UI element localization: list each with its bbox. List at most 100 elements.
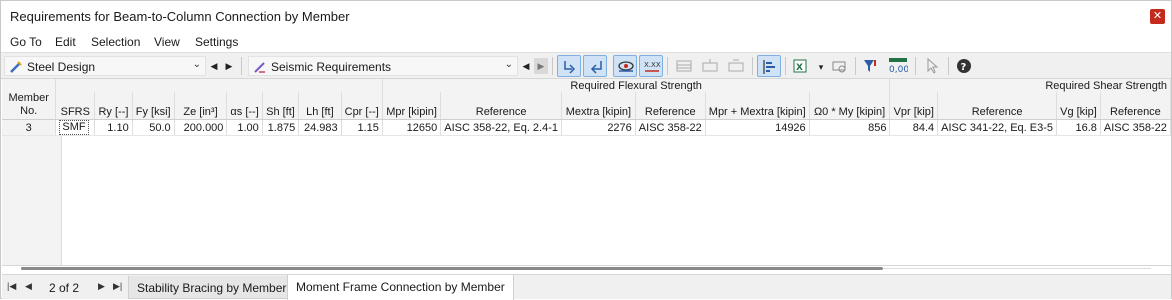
toolbar-separator <box>915 57 916 75</box>
filter-icon[interactable] <box>859 55 883 77</box>
column-header[interactable]: Ze [in³] <box>174 92 228 120</box>
table-cell[interactable]: 200.000 <box>174 119 228 136</box>
member-number-cell[interactable]: 3 <box>2 119 57 136</box>
sheet-tab-bar: |◀ ◀ 2 of 2 ▶ ▶| Stability Bracing by Me… <box>2 274 1171 300</box>
column-header[interactable]: Vpr [kip] <box>889 92 939 120</box>
first-page-icon[interactable]: |◀ <box>7 281 16 292</box>
table-cell[interactable]: AISC 341-22, Eq. E3-5 <box>937 119 1058 136</box>
toolbar-separator <box>552 57 553 75</box>
pointer-icon[interactable] <box>920 55 944 77</box>
column-header[interactable]: Sh [ft] <box>262 92 300 120</box>
table-cell[interactable]: 1.00 <box>226 119 263 136</box>
zero-values-icon[interactable]: 0,00 <box>885 55 909 77</box>
module-select[interactable]: Steel Design ⌄ <box>4 56 206 76</box>
menu-view[interactable]: View <box>154 35 180 49</box>
table-cell[interactable]: 84.4 <box>889 119 939 136</box>
column-header[interactable]: Lh [ft] <box>298 92 342 120</box>
table-cell[interactable]: 12650 <box>382 119 442 136</box>
visibility-icon[interactable] <box>613 55 637 77</box>
column-header[interactable]: Ω0 * My [kipin] <box>809 92 891 120</box>
column-header[interactable]: Mpr [kipin] <box>382 92 442 120</box>
table-cell[interactable]: 50.0 <box>132 119 175 136</box>
table-cell[interactable]: AISC 358-22, Eq. 2.4-1 <box>440 119 562 136</box>
column-header[interactable]: Vg [kip] <box>1056 92 1101 120</box>
prev-module-button[interactable]: ◀ <box>207 58 221 74</box>
column-header[interactable]: Cpr [--] <box>341 92 383 120</box>
close-button[interactable]: ✕ <box>1150 9 1165 24</box>
table-row[interactable]: 3 SMF 1.10 50.0 200.000 1.00 1.875 24.98… <box>2 119 1172 136</box>
column-header[interactable]: Reference <box>635 92 706 120</box>
scrollbar-thumb[interactable] <box>21 267 883 270</box>
sfrs-cell[interactable]: SMF <box>55 119 96 136</box>
window-title: Requirements for Beam-to-Column Connecti… <box>10 9 350 24</box>
menu-go-to[interactable]: Go To <box>10 35 42 49</box>
export-dropdown-icon[interactable]: ▾ <box>814 59 828 75</box>
menu-edit[interactable]: Edit <box>55 35 76 49</box>
divider <box>2 265 1171 266</box>
toolbar-separator <box>667 57 668 75</box>
column-header[interactable]: Fy [ksi] <box>132 92 175 120</box>
table-cell[interactable]: AISC 358-22 <box>1100 119 1172 136</box>
menu-selection[interactable]: Selection <box>91 35 140 49</box>
header-cell <box>2 79 57 92</box>
tab-moment-frame-connection[interactable]: Moment Frame Connection by Member <box>287 275 514 300</box>
prev-page-icon[interactable]: ◀ <box>25 281 32 292</box>
results-table: Required Flexural Strength Required Shea… <box>2 79 1172 136</box>
help-icon[interactable]: ? <box>952 55 976 77</box>
toolbar-separator <box>241 57 242 75</box>
svg-text:0,00: 0,00 <box>889 65 908 75</box>
horizontal-scrollbar[interactable] <box>21 267 1151 271</box>
column-header[interactable]: Ry [--] <box>94 92 133 120</box>
table-cell[interactable]: AISC 358-22 <box>635 119 706 136</box>
table-cell[interactable]: 1.875 <box>262 119 300 136</box>
next-view-button[interactable]: ▶ <box>534 58 548 74</box>
table-cell[interactable]: 2276 <box>561 119 636 136</box>
toolbar: Steel Design ⌄ ◀ ▶ Seismic Requirements … <box>1 52 1171 79</box>
dialog-window: Requirements for Beam-to-Column Connecti… <box>0 0 1172 300</box>
table-cell[interactable]: 1.10 <box>94 119 133 136</box>
results-table-area: Required Flexural Strength Required Shea… <box>2 79 1172 265</box>
toolbar-separator <box>785 57 786 75</box>
page-indicator: 2 of 2 <box>49 281 80 295</box>
view-select[interactable]: Seismic Requirements ⌄ <box>248 56 518 76</box>
table-cell[interactable]: 16.8 <box>1056 119 1101 136</box>
prev-view-button[interactable]: ◀ <box>519 58 533 74</box>
svg-text:X.XX: X.XX <box>644 61 661 69</box>
group-header-flexural: Required Flexural Strength <box>382 79 891 92</box>
row-header-column <box>2 135 62 265</box>
decimal-places-icon[interactable]: X.XX <box>639 55 663 77</box>
title-bar: Requirements for Beam-to-Column Connecti… <box>1 1 1171 32</box>
svg-text:?: ? <box>961 62 967 73</box>
next-page-icon[interactable]: ▶ <box>98 281 105 292</box>
table-cell[interactable]: 856 <box>809 119 891 136</box>
column-header[interactable]: Mpr + Mextra [kipin] <box>705 92 810 120</box>
chevron-down-icon: ⌄ <box>504 59 513 70</box>
column-header[interactable]: Reference <box>1100 92 1172 120</box>
insert-row-icon[interactable] <box>698 55 722 77</box>
column-header[interactable]: αs [--] <box>226 92 263 120</box>
table-cell[interactable]: 24.983 <box>298 119 342 136</box>
svg-text:X: X <box>796 63 803 73</box>
seismic-icon <box>254 62 265 73</box>
tab-stability-bracing[interactable]: Stability Bracing by Member <box>128 276 296 299</box>
table-cell[interactable]: 1.15 <box>341 119 383 136</box>
menu-settings[interactable]: Settings <box>195 35 238 49</box>
toolbar-separator <box>948 57 949 75</box>
next-module-button[interactable]: ▶ <box>222 58 236 74</box>
toolbar-separator <box>855 57 856 75</box>
jump-to-member-icon[interactable] <box>583 55 607 77</box>
last-page-icon[interactable]: ▶| <box>113 281 122 292</box>
excel-export-icon[interactable]: X <box>789 55 813 77</box>
column-filter-icon[interactable] <box>757 55 781 77</box>
table-view-icon[interactable] <box>672 55 696 77</box>
delete-row-icon[interactable] <box>724 55 748 77</box>
column-header[interactable]: Reference <box>440 92 562 120</box>
chevron-down-icon: ⌄ <box>192 59 201 70</box>
column-header[interactable]: SFRS <box>55 92 96 120</box>
column-header[interactable]: Reference <box>937 92 1058 120</box>
column-header[interactable]: Mextra [kipin] <box>561 92 636 120</box>
table-cell[interactable]: 14926 <box>705 119 810 136</box>
print-settings-icon[interactable] <box>827 55 851 77</box>
select-member-icon[interactable] <box>557 55 581 77</box>
member-no-header: Member No. <box>2 92 57 120</box>
